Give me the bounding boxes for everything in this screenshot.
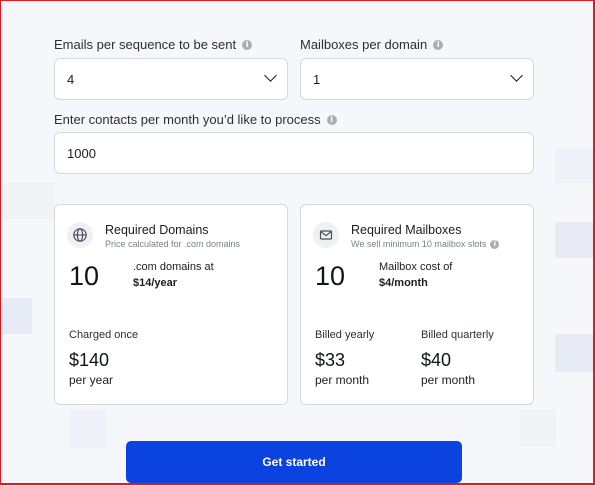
card-subtitle: We sell minimum 10 mailbox slots i — [351, 239, 500, 249]
billed-yearly-label: Billed yearly — [315, 329, 375, 341]
domain-total-price: $140 — [69, 350, 110, 370]
card-title: Required Domains — [105, 223, 209, 237]
mail-icon — [313, 222, 339, 248]
mailboxes-per-domain-label: Mailboxes per domain — [300, 37, 428, 52]
contacts-per-month-input[interactable]: 1000 — [54, 132, 534, 174]
mailboxes-per-domain-select[interactable]: 1 — [300, 58, 534, 100]
domain-price-description: .com domains at $14/year — [133, 260, 214, 291]
background-tile — [70, 410, 106, 448]
contacts-per-month-label: Enter contacts per month you’d like to p… — [54, 112, 321, 127]
mailbox-desc-line2: $4/month — [379, 277, 428, 289]
card-subtitle: Price calculated for .com domains — [105, 239, 240, 249]
billed-quarterly-label: Billed quarterly — [421, 329, 494, 341]
card-title: Required Mailboxes — [351, 223, 462, 237]
required-domains-card: Required Domains Price calculated for .c… — [54, 204, 288, 405]
chevron-down-icon — [510, 69, 523, 82]
card-subtitle-text: Price calculated for .com domains — [105, 239, 241, 249]
info-icon[interactable]: i — [242, 39, 253, 50]
required-mailboxes-card: Required Mailboxes We sell minimum 10 ma… — [300, 204, 534, 405]
emails-per-sequence-label: Emails per sequence to be sent — [54, 37, 237, 52]
background-tile — [555, 334, 593, 372]
card-subtitle-text: We sell minimum 10 mailbox slots — [351, 239, 487, 249]
domain-count: 10 — [69, 261, 100, 291]
domain-desc-line2: $14/year — [133, 277, 178, 289]
emails-per-sequence-label-row: Emails per sequence to be sent i — [54, 37, 253, 52]
mailboxes-per-domain-value: 1 — [313, 71, 321, 87]
contacts-per-month-label-row: Enter contacts per month you’d like to p… — [54, 112, 337, 127]
get-started-button[interactable]: Get started — [126, 441, 462, 483]
yearly-price: $33 — [315, 350, 346, 370]
info-icon[interactable]: i — [433, 39, 444, 50]
charged-once-label: Charged once — [69, 329, 139, 341]
mailbox-desc-line1: Mailbox cost of — [379, 261, 453, 273]
mailbox-price-description: Mailbox cost of $4/month — [379, 260, 452, 291]
background-tile — [520, 410, 556, 446]
globe-icon — [67, 222, 93, 248]
background-tile — [555, 222, 593, 258]
mailboxes-per-domain-label-row: Mailboxes per domain i — [300, 37, 444, 52]
emails-per-sequence-value: 4 — [67, 71, 75, 87]
emails-per-sequence-select[interactable]: 4 — [54, 58, 288, 100]
background-tile — [555, 148, 593, 183]
yearly-price-period: per month — [315, 373, 370, 387]
quarterly-price-period: per month — [421, 373, 476, 387]
background-tile — [0, 183, 54, 219]
domain-price-period: per year — [69, 373, 114, 387]
chevron-down-icon — [264, 69, 277, 82]
quarterly-price: $40 — [421, 350, 452, 370]
info-icon[interactable]: i — [490, 239, 500, 249]
mailbox-count: 10 — [315, 261, 346, 291]
domain-desc-line1: .com domains at — [133, 261, 214, 273]
background-tile — [0, 298, 32, 334]
contacts-per-month-value: 1000 — [67, 145, 96, 161]
info-icon[interactable]: i — [326, 114, 337, 125]
